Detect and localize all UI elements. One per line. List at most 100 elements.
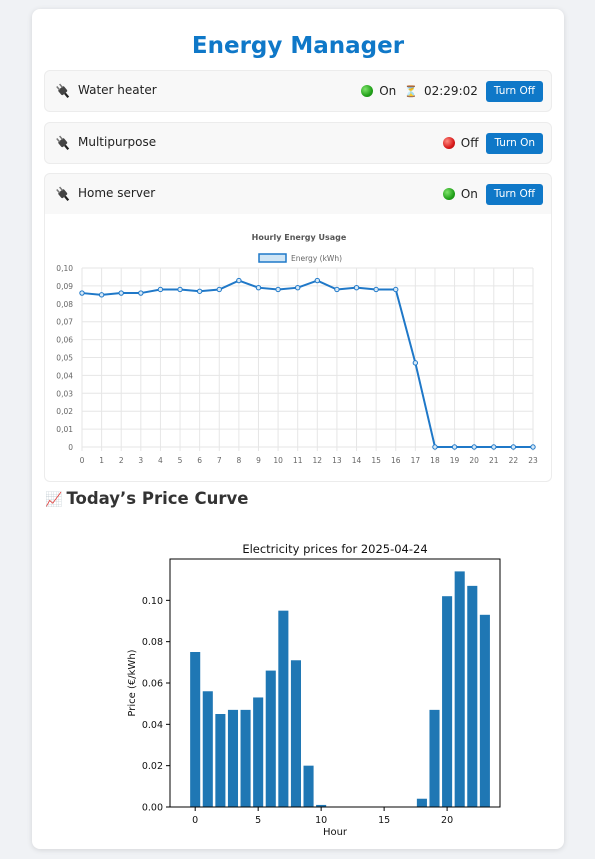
x-tick-label: 11 [293,456,303,465]
energy-data-point [334,286,340,293]
x-tick-label: 20 [441,815,453,826]
chart-title: Hourly Energy Usage [252,233,347,242]
energy-data-point [216,286,222,293]
price-bar [442,596,453,807]
price-bar [467,585,478,807]
energy-data-point [373,286,379,293]
x-axis-label: Hour [323,827,348,838]
device-state: On [379,84,397,98]
energy-series-line [81,279,533,448]
price-bar [278,610,289,807]
x-tick-label: 16 [391,456,401,465]
price-bar [240,709,251,807]
turn-on-button[interactable]: Turn On [486,132,543,154]
x-tick-label: 9 [256,456,261,465]
x-tick-label: 0 [192,815,198,826]
energy-data-point [471,444,477,450]
y-tick-label: 0,06 [56,336,73,345]
y-tick-label: 0,03 [56,389,73,398]
x-tick-label: 10 [315,815,327,826]
price-bar [253,697,264,807]
energy-data-point [530,444,536,450]
turn-off-button[interactable]: Turn Off [485,183,543,205]
plug-icon [56,135,70,151]
y-tick-label: 0,07 [56,318,73,327]
device-controls: On ⏳ 02:29:02 Turn Off [361,80,543,102]
energy-data-point [138,290,144,296]
status-on-indicator-icon [361,85,374,97]
energy-data-point [196,288,203,294]
x-tick-label: 6 [197,456,202,465]
energy-data-point [393,286,399,293]
x-tick-label: 18 [430,456,440,465]
device-row-home-server: Home server On Turn Off [44,173,552,215]
device-controls: Off Turn On [442,132,543,154]
price-chart: Electricity prices for 2025-04-24 0.00 0.0… [127,542,501,838]
energy-data-point [491,444,497,450]
energy-data-point [353,284,360,291]
device-row-multipurpose: Multipurpose Off Turn On [44,122,552,164]
device-name: Home server [78,186,156,200]
device-controls: On Turn Off [442,183,543,205]
device-timer: 02:29:02 [423,84,478,98]
energy-data-point [177,286,183,293]
energy-data-point [432,444,438,450]
x-tick-label: 7 [217,456,222,465]
price-bar [215,714,226,807]
energy-data-point [118,290,124,296]
y-tick-label: 0,04 [56,371,73,380]
price-bar [265,670,276,807]
energy-usage-chart: Hourly Energy Usage Energy (kWh) 0 0,01 0,02… [56,233,538,465]
energy-data-point [157,286,164,293]
energy-data-point [255,284,262,291]
price-bar [454,571,465,807]
x-tick-label: 20 [469,456,479,465]
page-title: Energy Manager [191,33,405,59]
x-tick-label: 5 [255,815,261,826]
y-tick-label: 0,01 [56,425,73,434]
x-tick-label: 3 [138,456,143,465]
y-tick-label: 0,10 [56,264,73,273]
price-bar [290,660,301,807]
y-tick-label: 0.10 [142,596,163,607]
legend-swatch [258,253,287,263]
x-tick-label: 1 [99,456,104,465]
x-tick-label: 19 [450,456,460,465]
y-tick-label: 0.08 [142,637,163,648]
energy-data-point [79,290,85,296]
plug-icon [56,186,70,202]
legend-label: Energy (kWh) [291,254,342,263]
energy-data-point [314,277,321,284]
device-name: Multipurpose [78,135,157,149]
device-state: Off [460,136,479,150]
y-tick-label: 0,09 [56,282,73,291]
price-bar [429,709,440,807]
price-bar [227,709,239,807]
device-state: On [460,187,478,201]
y-tick-label: 0.02 [142,761,163,772]
x-tick-label: 23 [528,456,538,465]
device-row-water-heater: Water heater On ⏳ 02:29:02 Turn Off [44,70,552,112]
device-name: Water heater [78,83,157,97]
x-tick-label: 14 [352,456,362,465]
x-tick-label: 5 [178,456,183,465]
x-tick-label: 8 [236,456,241,465]
energy-chart-panel: Hourly Energy Usage Energy (kWh) 0 0,01 0,02… [44,214,552,482]
y-tick-label: 0,02 [56,407,73,416]
chart-title: Electricity prices for 2025-04-24 [242,542,427,556]
x-tick-label: 2 [119,456,124,465]
y-tick-label: 0.06 [142,679,163,690]
plug-icon [56,83,70,99]
energy-data-point [510,444,517,450]
price-bar [202,691,213,807]
x-tick-label: 15 [378,815,390,826]
turn-off-button[interactable]: Turn Off [485,80,543,102]
y-axis-label: Price (€/kWh) [127,649,138,716]
energy-data-point [98,292,105,298]
y-tick-label: 0.04 [142,720,163,731]
x-tick-label: 21 [489,456,499,465]
energy-data-point [451,444,458,450]
energy-data-point [275,286,281,293]
energy-data-point [294,284,301,291]
y-tick-label: 0,08 [56,300,73,309]
